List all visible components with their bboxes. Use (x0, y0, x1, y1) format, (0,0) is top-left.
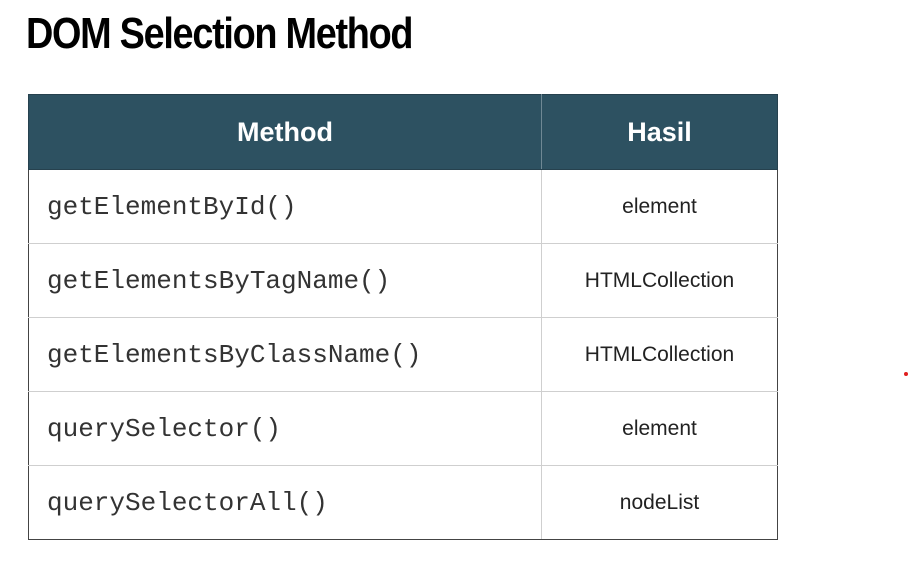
table-row: getElementById() element (28, 169, 778, 244)
methods-table-container: Method Hasil getElementById() element ge… (28, 94, 778, 540)
result-cell: nodeList (541, 465, 778, 540)
method-cell: getElementsByTagName() (28, 243, 542, 318)
table-row: getElementsByTagName() HTMLCollection (28, 243, 778, 318)
table-header-row: Method Hasil (28, 94, 778, 170)
column-header-method: Method (28, 94, 542, 170)
table-header: Method Hasil (28, 94, 778, 170)
slide-title: DOM Selection Method (26, 9, 414, 58)
result-cell: element (541, 391, 778, 466)
methods-table: Method Hasil getElementById() element ge… (28, 94, 778, 540)
method-cell: querySelectorAll() (28, 465, 542, 540)
result-cell: element (541, 169, 778, 244)
result-cell: HTMLCollection (541, 243, 778, 318)
table-row: querySelector() element (28, 391, 778, 466)
result-cell: HTMLCollection (541, 317, 778, 392)
method-cell: querySelector() (28, 391, 542, 466)
table-row: getElementsByClassName() HTMLCollection (28, 317, 778, 392)
column-header-result: Hasil (541, 94, 778, 170)
laser-pointer-dot (904, 372, 908, 376)
method-cell: getElementsByClassName() (28, 317, 542, 392)
table-row: querySelectorAll() nodeList (28, 465, 778, 540)
table-body: getElementById() element getElementsByTa… (28, 169, 778, 540)
method-cell: getElementById() (28, 169, 542, 244)
